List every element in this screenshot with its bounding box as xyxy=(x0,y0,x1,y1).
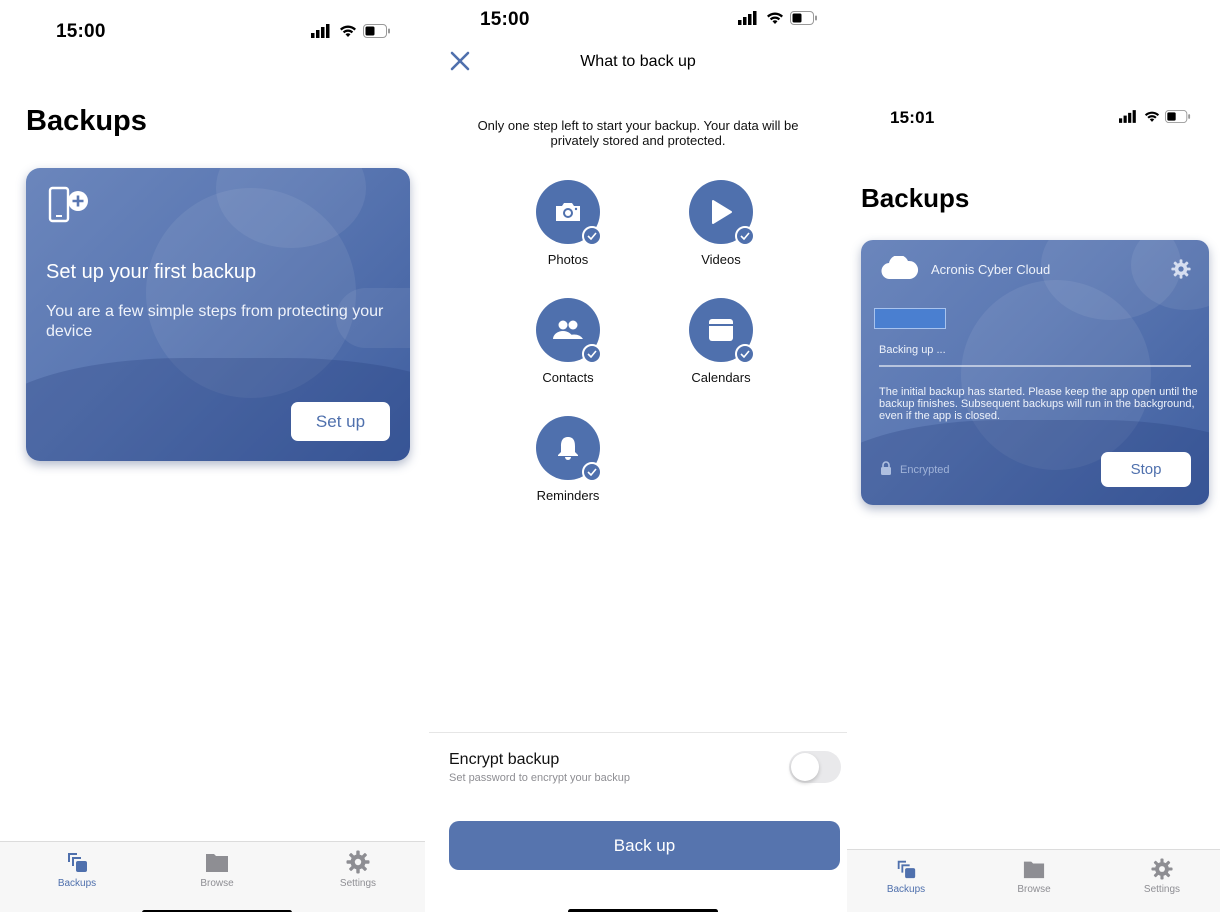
setup-backup-card: Set up your first backup You are a few s… xyxy=(26,168,410,461)
status-icons xyxy=(311,24,391,38)
card-description: You are a few simple steps from protecti… xyxy=(46,303,384,340)
signal-icon xyxy=(311,24,330,38)
progress-bar xyxy=(879,365,1191,367)
backups-icon xyxy=(68,853,87,872)
category-circle xyxy=(689,180,755,246)
folder-icon xyxy=(1023,861,1045,879)
category-label: Calendars xyxy=(691,370,751,385)
intro-text: Only one step left to start your backup.… xyxy=(477,118,799,148)
gear-icon[interactable] xyxy=(1171,259,1191,279)
category-contacts[interactable]: Contacts xyxy=(518,298,618,385)
screen-backups-empty: 15:00 Backups Set up your first backup Y… xyxy=(0,0,425,912)
status-icons xyxy=(1119,110,1191,123)
check-icon xyxy=(735,344,755,364)
category-circle xyxy=(689,298,755,364)
tab-label: Browse xyxy=(200,878,234,889)
encrypted-label: Encrypted xyxy=(900,464,950,476)
encrypt-subtitle: Set password to encrypt your backup xyxy=(449,772,630,784)
page-title: Backups xyxy=(861,183,970,213)
wifi-icon xyxy=(767,12,783,24)
check-icon xyxy=(582,344,602,364)
calendar-icon xyxy=(709,319,733,341)
setup-button[interactable]: Set up xyxy=(291,402,390,441)
category-calendars[interactable]: Calendars xyxy=(671,298,771,385)
battery-icon xyxy=(363,24,390,38)
tab-settings[interactable]: Settings xyxy=(1117,858,1207,895)
status-icons xyxy=(738,11,818,25)
tab-label: Backups xyxy=(57,878,97,889)
folder-icon xyxy=(206,854,228,872)
tab-backups[interactable]: Backups xyxy=(861,858,951,895)
battery-icon xyxy=(1165,110,1191,123)
tab-bar: Backups Browse Settings xyxy=(0,841,425,912)
category-photos[interactable]: Photos xyxy=(518,180,618,267)
check-icon xyxy=(582,462,602,482)
category-label: Videos xyxy=(701,252,741,267)
tab-browse[interactable]: Browse xyxy=(989,858,1079,895)
page-title: Backups xyxy=(26,105,147,137)
toggle-knob xyxy=(791,753,819,781)
tab-backups[interactable]: Backups xyxy=(32,850,122,889)
screen-backups-in-progress: 15:01 Backups Acronis Cyber Cloud Backin… xyxy=(847,0,1220,912)
tab-label: Backups xyxy=(886,884,926,895)
backups-icon xyxy=(897,860,916,879)
header-title: What to back up xyxy=(580,53,696,70)
tab-browse[interactable]: Browse xyxy=(172,850,262,889)
check-icon xyxy=(735,226,755,246)
destination-name: Acronis Cyber Cloud xyxy=(931,262,1051,277)
tab-settings[interactable]: Settings xyxy=(313,850,403,889)
status-time: 15:01 xyxy=(890,108,935,127)
play-icon xyxy=(712,200,732,224)
card-title: Set up your first backup xyxy=(46,261,257,283)
bell-icon xyxy=(558,437,578,460)
signal-icon xyxy=(1119,110,1136,123)
phone-add-icon xyxy=(48,186,88,223)
signal-icon xyxy=(738,11,757,25)
category-label: Photos xyxy=(547,252,589,267)
status-time: 15:00 xyxy=(480,9,530,30)
gear-icon xyxy=(346,850,370,874)
tab-label: Settings xyxy=(339,878,377,889)
backup-message: The initial backup has started. Please k… xyxy=(879,386,1198,422)
status-time: 15:00 xyxy=(56,21,106,42)
back-up-button[interactable]: Back up xyxy=(449,821,840,870)
wifi-icon xyxy=(340,25,356,37)
wifi-icon xyxy=(1144,111,1160,122)
encrypt-title: Encrypt backup xyxy=(449,751,560,768)
check-icon xyxy=(582,226,602,246)
tab-label: Browse xyxy=(1017,884,1051,895)
category-circle xyxy=(536,416,602,482)
category-videos[interactable]: Videos xyxy=(671,180,771,267)
screen-what-to-back-up: 15:00 What to back up Only one step left… xyxy=(429,0,847,912)
category-circle xyxy=(536,180,602,246)
progress-indicator xyxy=(874,308,946,329)
category-label: Contacts xyxy=(542,370,594,385)
category-circle xyxy=(536,298,602,364)
backup-progress-card: Acronis Cyber Cloud Backing up ... The i… xyxy=(861,240,1209,505)
stop-button[interactable]: Stop xyxy=(1101,452,1191,487)
encrypt-toggle[interactable] xyxy=(789,751,841,783)
people-icon xyxy=(553,320,583,339)
category-label: Reminders xyxy=(536,488,600,503)
divider xyxy=(429,732,847,733)
battery-icon xyxy=(790,11,817,25)
category-reminders[interactable]: Reminders xyxy=(518,416,618,503)
tab-bar: Backups Browse Settings xyxy=(847,849,1220,912)
cloud-icon xyxy=(881,256,918,280)
camera-icon xyxy=(556,203,580,221)
tab-label: Settings xyxy=(1143,884,1181,895)
lock-icon xyxy=(881,461,891,475)
gear-icon xyxy=(1151,858,1173,880)
backup-status: Backing up ... xyxy=(879,344,946,356)
